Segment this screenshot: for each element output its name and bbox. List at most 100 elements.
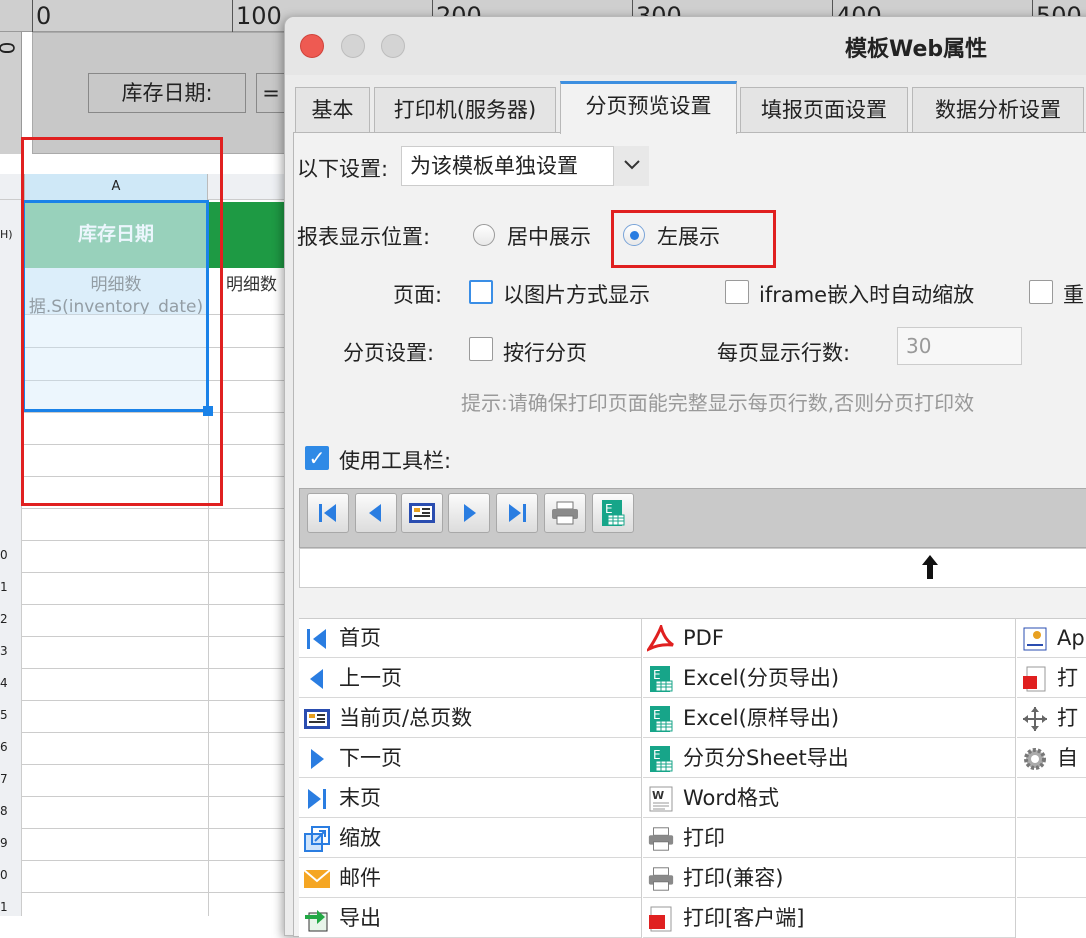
grid-line (22, 892, 290, 893)
third-page-option-label: 重 (1063, 283, 1084, 307)
pdf-icon (1021, 665, 1049, 693)
list-item[interactable]: 打印[客户端] (643, 898, 1015, 938)
chevron-down-icon[interactable] (613, 146, 649, 186)
row-number: 0 (0, 548, 8, 562)
list-item[interactable]: 自 (1017, 738, 1086, 778)
next-page-icon (303, 745, 331, 773)
iframe-autoscale-checkbox[interactable] (725, 280, 749, 304)
grid-line (22, 764, 290, 765)
rows-per-page-label: 每页显示行数: (717, 341, 851, 365)
param-label-widget[interactable]: 库存日期: (88, 73, 246, 113)
tab-printer-server[interactable]: 打印机(服务器) (374, 87, 556, 133)
word-icon: W (647, 785, 675, 813)
maximize-window-button[interactable] (381, 34, 405, 58)
first-page-icon (303, 625, 331, 653)
list-item-label: 打 (1057, 706, 1078, 730)
excel-icon: E (647, 665, 675, 693)
row-number: 8 (0, 804, 8, 818)
row-number: 6 (0, 740, 8, 754)
list-item-label: 下一页 (339, 746, 402, 770)
list-item-label: 打印[客户端] (683, 906, 805, 930)
excel-icon: E (647, 745, 675, 773)
row-number: 3 (0, 644, 8, 658)
rows-per-page-input[interactable]: 30 (897, 327, 1022, 365)
third-page-option-checkbox[interactable] (1029, 280, 1053, 304)
toolbar-drop-area[interactable] (299, 548, 1086, 588)
param-operator-widget[interactable]: = (256, 73, 286, 113)
list-item[interactable]: W Word格式 (643, 778, 1015, 818)
grid-line (22, 700, 290, 701)
close-window-button[interactable] (300, 34, 324, 58)
first-page-icon[interactable] (307, 493, 349, 533)
grid-line (22, 572, 290, 573)
list-item-label: 自 (1057, 746, 1078, 770)
vertical-ruler: 0 (0, 32, 22, 154)
next-page-icon[interactable] (448, 493, 490, 533)
list-item[interactable]: 导出 (299, 898, 641, 938)
row-number: 0 (0, 868, 8, 882)
list-item-empty (1017, 818, 1086, 858)
list-item[interactable]: 打印 (643, 818, 1015, 858)
list-item-label: 打印 (683, 826, 725, 850)
scope-dropdown[interactable]: 为该模板单独设置 (401, 146, 649, 186)
list-item-label: 分页分Sheet导出 (683, 746, 849, 770)
grid-line (22, 636, 290, 637)
list-item[interactable]: Ap (1017, 618, 1086, 658)
printer-icon[interactable] (544, 493, 586, 533)
tab-fill-page-settings[interactable]: 填报页面设置 (740, 87, 908, 133)
list-item[interactable]: 末页 (299, 778, 641, 818)
list-item[interactable]: 上一页 (299, 658, 641, 698)
applet-icon (1021, 625, 1049, 653)
grid-line (22, 508, 290, 509)
svg-text:W: W (652, 789, 664, 802)
hint-text: 提示:请确保打印页面能完整显示每页行数,否则分页打印效 (461, 391, 975, 415)
prev-page-icon[interactable] (355, 493, 397, 533)
list-item-label: 打 (1057, 666, 1078, 690)
page-count-icon[interactable] (401, 493, 443, 533)
svg-text:E: E (605, 502, 613, 516)
minimize-window-button[interactable] (341, 34, 365, 58)
tab-basic[interactable]: 基本 (295, 87, 370, 133)
use-toolbar-checkbox[interactable]: ✓ (305, 446, 329, 470)
list-item[interactable]: 邮件 (299, 858, 641, 898)
export-icon (303, 905, 331, 933)
list-item[interactable]: 首页 (299, 618, 641, 658)
position-label: 报表显示位置: (297, 225, 431, 249)
position-center-label: 居中展示 (507, 225, 591, 249)
list-item[interactable]: E Excel(原样导出) (643, 698, 1015, 738)
row-number: 7 (0, 772, 8, 786)
list-item[interactable]: 打 (1017, 698, 1086, 738)
pagination-label: 分页设置: (343, 341, 435, 365)
excel-icon[interactable]: E (592, 493, 634, 533)
row-number: 1 (0, 580, 8, 594)
page-count-icon (303, 705, 331, 733)
iframe-autoscale-label: iframe嵌入时自动缩放 (759, 283, 975, 307)
list-item[interactable]: 打 (1017, 658, 1086, 698)
grid-line (22, 860, 290, 861)
use-toolbar-label: 使用工具栏: (339, 449, 452, 473)
position-center-radio[interactable] (473, 224, 495, 246)
last-page-icon[interactable] (496, 493, 538, 533)
image-display-checkbox[interactable] (469, 280, 493, 304)
list-item[interactable]: 当前页/总页数 (299, 698, 641, 738)
paginate-by-rows-checkbox[interactable] (469, 337, 493, 361)
list-item[interactable]: E 分页分Sheet导出 (643, 738, 1015, 778)
highlight-box (611, 210, 776, 268)
list-item[interactable]: E Excel(分页导出) (643, 658, 1015, 698)
grid-line (22, 604, 290, 605)
zoom-icon (303, 825, 331, 853)
ruler-mark: 0 (36, 2, 52, 30)
list-item[interactable]: PDF (643, 618, 1015, 658)
scope-label: 以下设置: (297, 157, 389, 181)
printer-icon (647, 825, 675, 853)
row-number: H) (0, 228, 13, 241)
list-item[interactable]: 缩放 (299, 818, 641, 858)
pdf-icon (644, 622, 675, 653)
list-column-separator (641, 618, 642, 938)
tab-data-analysis-settings[interactable]: 数据分析设置 (912, 87, 1084, 133)
tab-pagination-preview[interactable]: 分页预览设置 (560, 81, 737, 134)
gear-icon (1021, 745, 1049, 773)
list-item[interactable]: 打印(兼容) (643, 858, 1015, 898)
title-bar[interactable]: 模板Web属性 (285, 17, 1086, 75)
list-item[interactable]: 下一页 (299, 738, 641, 778)
